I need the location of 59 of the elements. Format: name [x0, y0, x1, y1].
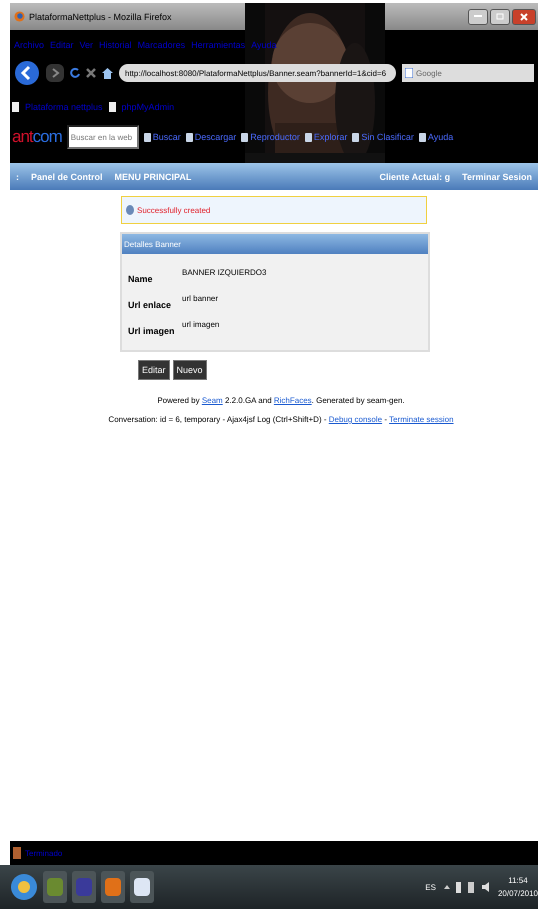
tray-icons[interactable]: [444, 881, 490, 893]
forward-icon[interactable]: [46, 64, 64, 82]
home-icon[interactable]: [102, 68, 113, 78]
toolbar-item[interactable]: Descargar: [186, 132, 236, 142]
nav-link[interactable]: Panel de Control: [31, 172, 103, 182]
toolbar-icon: [418, 132, 426, 142]
toolbar-item[interactable]: Reproductor: [241, 132, 300, 142]
status-icon: [13, 847, 21, 859]
search-field[interactable]: Buscar en la web: [66, 125, 139, 149]
page-icon: [12, 102, 19, 112]
taskbar-app-icon[interactable]: [130, 871, 154, 903]
start-button[interactable]: [10, 873, 38, 901]
footer-link[interactable]: Seam: [202, 396, 223, 405]
nav-link[interactable]: Cliente Actual: g: [379, 172, 450, 182]
field-label: Url enlace: [128, 299, 172, 310]
brand-logo: antcom: [12, 127, 62, 147]
stop-icon[interactable]: [86, 68, 96, 78]
footer-link[interactable]: Terminate session: [389, 415, 454, 424]
toolbar-item[interactable]: Buscar: [144, 132, 181, 142]
nav-marker: :: [16, 172, 19, 182]
field-value: url banner: [182, 294, 220, 305]
search-field[interactable]: Google: [402, 64, 534, 82]
close-icon: [520, 12, 528, 20]
action-button[interactable]: Nuevo: [172, 360, 207, 380]
toolbar-item[interactable]: Sin Clasificar: [352, 132, 414, 142]
clock[interactable]: 11:54 20/07/2010: [498, 876, 538, 898]
nav-link[interactable]: Terminar Sesion: [462, 172, 532, 182]
back-icon[interactable]: [14, 60, 40, 86]
footer-link[interactable]: RichFaces: [274, 396, 312, 405]
page-icon: [108, 102, 116, 112]
firefox-icon: [14, 11, 25, 22]
maximize-icon: [496, 13, 504, 20]
address-field[interactable]: http://localhost:8080/PlataformaNettplus/Banner.seam?bannerId=1&cid=6: [119, 64, 396, 82]
field-label: Name: [128, 273, 154, 284]
field-value: BANNER IZQUIERDO3: [182, 268, 268, 279]
language-indicator[interactable]: ES: [425, 882, 436, 892]
maximize-button[interactable]: [490, 8, 510, 24]
footer-text: Conversation: id = 6, temporary - Ajax4jsf Log (Ctrl+Shift+D) - Debug console - Terminate session: [108, 415, 454, 424]
toolbar-icon: [241, 132, 248, 142]
status-text: Terminado: [25, 848, 62, 858]
search-engine-icon[interactable]: [405, 68, 413, 78]
action-button[interactable]: Editar: [138, 360, 170, 380]
success-message: Successfully created: [121, 196, 427, 224]
panel-header: Detalles Banner: [122, 234, 428, 254]
nav-link[interactable]: MENU PRINCIPAL: [114, 172, 192, 182]
field-label: Url imagen: [128, 325, 176, 336]
window-title: PlataformaNettplus - Mozilla Firefox: [29, 12, 172, 22]
footer-link[interactable]: Debug console: [328, 415, 382, 424]
toolbar-icon: [186, 132, 193, 142]
toolbar-item[interactable]: Explorar: [304, 132, 348, 142]
footer-text: Powered by Seam 2.2.0.GA and RichFaces. Generated by seam-gen.: [157, 396, 405, 405]
toolbar-item[interactable]: Ayuda: [418, 132, 454, 142]
info-icon: [126, 205, 134, 215]
field-value: url imagen: [182, 320, 220, 331]
minimize-icon: [474, 15, 482, 18]
close-button[interactable]: [512, 8, 536, 24]
reload-icon[interactable]: [70, 67, 80, 79]
toolbar-icon: [144, 132, 151, 142]
minimize-button[interactable]: [468, 8, 488, 24]
